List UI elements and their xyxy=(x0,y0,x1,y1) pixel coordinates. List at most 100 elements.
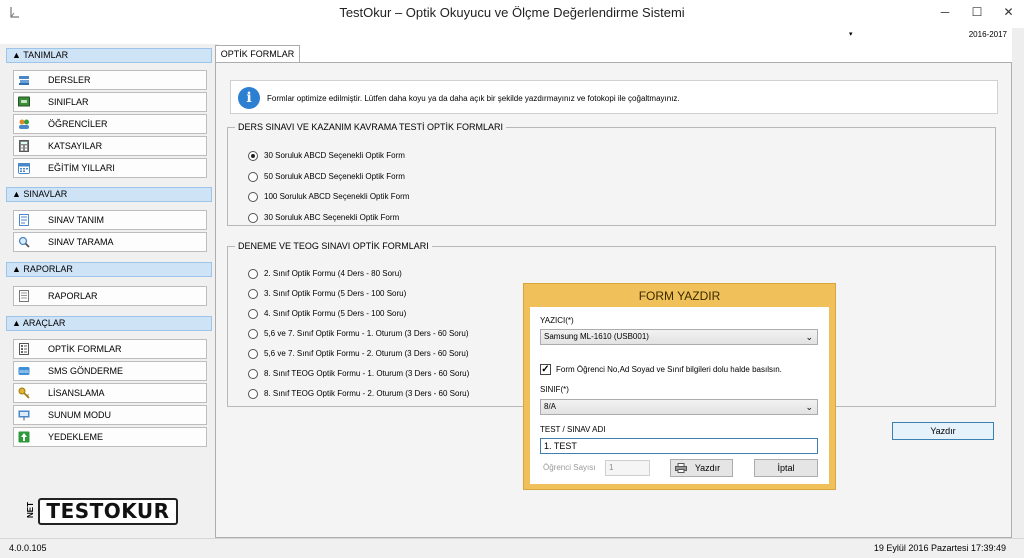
group-legend: DERS SINAVI VE KAZANIM KAVRAMA TESTİ OPT… xyxy=(238,122,504,132)
calendar-icon xyxy=(18,163,30,174)
exam-form-icon xyxy=(19,214,29,226)
sidebar-item-raporlar[interactable]: RAPORLAR xyxy=(13,286,207,306)
version-label: 4.0.0.105 xyxy=(9,543,47,553)
student-count-label: Öğrenci Sayısı xyxy=(543,463,596,472)
sidebar-item-label: SINIFLAR xyxy=(48,97,89,107)
calculator-icon xyxy=(19,140,29,152)
radio-icon xyxy=(248,192,258,202)
report-icon xyxy=(19,290,29,302)
printer-icon xyxy=(675,463,687,473)
sidebar-item-label: SMS GÖNDERME xyxy=(48,366,124,376)
radio-icon xyxy=(248,269,258,279)
datetime-label: 19 Eylül 2016 Pazartesi 17:39:49 xyxy=(873,543,1006,553)
printer-label: YAZICI(*) xyxy=(540,316,574,325)
radio-label: 100 Soruluk ABCD Seçenekli Optik Form xyxy=(264,192,410,201)
dialog-body: YAZICI(*) Samsung ML-1610 (USB001) ⌄ ✓ F… xyxy=(530,307,829,484)
key-icon xyxy=(18,387,30,399)
presentation-icon xyxy=(18,410,30,421)
dialog-print-label: Yazdır xyxy=(694,463,721,473)
test-name-input[interactable]: 1. TEST xyxy=(540,438,818,454)
sidebar-item-label: YEDEKLEME xyxy=(48,432,104,442)
sidebar-item-katsayilar[interactable]: KATSAYILAR xyxy=(13,136,207,156)
class-value: 8/A xyxy=(544,402,557,411)
print-button[interactable]: Yazdır xyxy=(892,422,994,440)
minimize-button[interactable]: ─ xyxy=(930,0,960,24)
radio-label: 8. Sınıf TEOG Optik Formu - 2. Oturum (3… xyxy=(264,389,470,398)
sidebar-item-optik-formlar[interactable]: OPTİK FORMLAR xyxy=(13,339,207,359)
sidebar-item-label: SUNUM MODU xyxy=(48,410,111,420)
group-ders-sinavi: DERS SINAVI VE KAZANIM KAVRAMA TESTİ OPT… xyxy=(227,122,996,226)
dialog-cancel-button[interactable]: İptal xyxy=(754,459,818,477)
sidebar-item-label: DERSLER xyxy=(48,75,91,85)
window-title: TestOkur – Optik Okuyucu ve Ölçme Değerl… xyxy=(339,5,685,20)
sidebar-item-ogrenciler[interactable]: ÖĞRENCİLER xyxy=(13,114,207,134)
sidebar-item-label: SINAV TANIM xyxy=(48,215,105,225)
radio-icon xyxy=(248,369,258,379)
student-count-input: 1 xyxy=(605,460,650,476)
radio-icon xyxy=(248,213,258,223)
tab-optik-formlar[interactable]: OPTİK FORMLAR xyxy=(215,45,300,62)
info-banner: i Formlar optimize edilmiştir. Lütfen da… xyxy=(230,80,998,114)
logo-side-text: NET xyxy=(26,502,35,518)
radio-icon xyxy=(248,172,258,182)
sidebar-item-yedekleme[interactable]: YEDEKLEME xyxy=(13,427,207,447)
radio-label: 50 Soruluk ABCD Seçenekli Optik Form xyxy=(264,172,405,181)
radio-icon xyxy=(248,289,258,299)
class-label: SINIF(*) xyxy=(540,385,569,394)
radio-label: 4. Sınıf Optik Formu (5 Ders - 100 Soru) xyxy=(264,309,407,318)
section-header-tanimlar[interactable]: ▲ TANIMLAR xyxy=(6,48,212,63)
books-icon xyxy=(19,76,29,85)
sidebar-item-dersler[interactable]: DERSLER xyxy=(13,70,207,90)
maximize-button[interactable]: ☐ xyxy=(962,0,992,24)
radio-icon xyxy=(248,349,258,359)
sidebar-item-label: LİSANSLAMA xyxy=(48,388,105,398)
printer-select[interactable]: Samsung ML-1610 (USB001) ⌄ xyxy=(540,329,818,345)
testokur-logo: NET TESTOKUR xyxy=(26,495,180,529)
info-text: Formlar optimize edilmiştir. Lütfen daha… xyxy=(267,94,680,103)
sidebar-item-label: RAPORLAR xyxy=(48,291,98,301)
section-header-sinavlar[interactable]: ▲ SINAVLAR xyxy=(6,187,212,202)
chevron-down-icon: ⌄ xyxy=(805,332,813,342)
sidebar-item-label: SINAV TARAMA xyxy=(48,237,114,247)
classroom-board-icon xyxy=(18,96,30,107)
dropdown-arrow-icon: ▾ xyxy=(849,31,853,38)
logo-text: TESTOKUR xyxy=(46,499,170,523)
sidebar-item-label: KATSAYILAR xyxy=(48,141,103,151)
test-name-label: TEST / SINAV ADI xyxy=(540,425,606,434)
class-select[interactable]: 8/A ⌄ xyxy=(540,399,818,415)
section-header-raporlar[interactable]: ▲ RAPORLAR xyxy=(6,262,212,277)
right-edge-strip xyxy=(1012,28,1024,538)
sidebar-item-egitim-yillari[interactable]: EĞİTİM YILLARI xyxy=(13,158,207,178)
sms-icon: SMS xyxy=(18,367,30,375)
radio-icon xyxy=(248,309,258,319)
print-form-dialog: FORM YAZDIR YAZICI(*) Samsung ML-1610 (U… xyxy=(523,283,836,490)
info-icon: i xyxy=(238,87,260,109)
sidebar-item-label: ÖĞRENCİLER xyxy=(48,119,108,129)
printer-value: Samsung ML-1610 (USB001) xyxy=(544,332,649,341)
magnifier-icon xyxy=(18,236,30,248)
radio-icon xyxy=(248,329,258,339)
sidebar-item-sinav-tanim[interactable]: SINAV TANIM xyxy=(13,210,207,230)
section-header-araclar[interactable]: ▲ ARAÇLAR xyxy=(6,316,212,331)
sidebar-item-sms-gonderme[interactable]: SMS SMS GÖNDERME xyxy=(13,361,207,381)
dialog-print-button[interactable]: Yazdır xyxy=(670,459,733,477)
radio-label: 5,6 ve 7. Sınıf Optik Formu - 1. Oturum … xyxy=(264,329,469,338)
students-icon xyxy=(19,119,29,129)
radio-label: 5,6 ve 7. Sınıf Optik Formu - 2. Oturum … xyxy=(264,349,469,358)
radio-label: 30 Soruluk ABC Seçenekli Optik Form xyxy=(264,213,400,222)
close-button[interactable]: ✕ xyxy=(993,0,1024,24)
sidebar-item-sunum-modu[interactable]: SUNUM MODU xyxy=(13,405,207,425)
radio-label: 30 Soruluk ABCD Seçenekli Optik Form xyxy=(264,151,405,160)
sidebar-item-siniflar[interactable]: SINIFLAR xyxy=(13,92,207,112)
sidebar-item-sinav-tarama[interactable]: SINAV TARAMA xyxy=(13,232,207,252)
chevron-down-icon: ⌄ xyxy=(805,402,813,412)
prefill-checkbox-label: Form Öğrenci No,Ad Soyad ve Sınıf bilgil… xyxy=(556,365,782,374)
sidebar-item-label: OPTİK FORMLAR xyxy=(48,344,122,354)
year-selector[interactable]: ▾ 2016-2017 xyxy=(845,28,1011,43)
year-value: 2016-2017 xyxy=(968,30,1007,39)
radio-label: 2. Sınıf Optik Formu (4 Ders - 80 Soru) xyxy=(264,269,402,278)
radio-selected-icon xyxy=(248,151,258,161)
sidebar-item-lisanslama[interactable]: LİSANSLAMA xyxy=(13,383,207,403)
checkbox-checked-icon: ✓ xyxy=(540,364,551,375)
svg-text:SMS: SMS xyxy=(19,369,29,374)
